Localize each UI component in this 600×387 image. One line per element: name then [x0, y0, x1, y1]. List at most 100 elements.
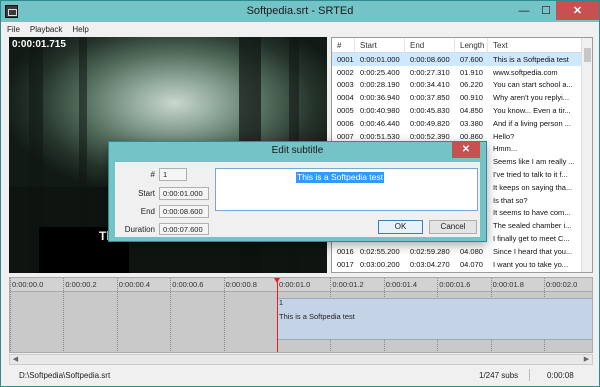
table-cell: 0:00:34.410 [410, 80, 450, 90]
start-label: Start [138, 189, 155, 198]
table-cell: 0:02:55.200 [360, 246, 400, 256]
ok-button[interactable]: OK [378, 220, 423, 234]
number-label: # [150, 170, 155, 179]
end-field[interactable]: 0:00:08.600 [159, 205, 209, 218]
table-cell: 0006 [337, 118, 354, 128]
playhead-marker[interactable] [274, 278, 280, 352]
timeline-tick-label: 0:00:00.0 [12, 280, 44, 289]
table-cell: The sealed chamber i... [493, 221, 572, 231]
table-cell: I want you to take yo... [493, 259, 569, 269]
table-row[interactable]: 0016 0:02:55.200 0:02:59.280 04.080 Since I … [332, 245, 592, 258]
table-cell: 06.220 [460, 80, 483, 90]
col-length[interactable]: Length [455, 38, 488, 53]
table-cell: 04.850 [460, 106, 483, 116]
table-cell: 04.080 [460, 246, 483, 256]
table-row[interactable]: 0001 0:00:01.000 0:00:08.600 07.600 This is … [332, 53, 592, 66]
menu-help[interactable]: Help [72, 25, 88, 34]
table-cell: This is a Softpedia test [493, 54, 569, 64]
timeline-scrollbar[interactable]: ◀ ▶ [9, 354, 593, 365]
timeline[interactable]: 0:00:00.0 0:00:00.2 0:00:00.4 0:00:00.6 0:00… [9, 277, 593, 353]
table-cell: 0:03:00.200 [360, 259, 400, 269]
table-row[interactable]: 0003 0:00:28.190 0:00:34.410 06.220 You can … [332, 79, 592, 92]
table-cell: 0:00:01.000 [360, 54, 400, 64]
window-title: Softpedia.srt - SRTEd [246, 5, 354, 17]
table-cell: Hmm... [493, 144, 518, 154]
timeline-tick-label: 0:00:02.0 [546, 280, 578, 289]
table-cell: 0:00:49.820 [410, 118, 450, 128]
table-cell: I've tried to talk to it f... [493, 170, 568, 180]
block-number: 1 [279, 300, 283, 307]
timeline-tick [116, 278, 118, 352]
timeline-tick [10, 278, 11, 352]
start-field[interactable]: 0:00:01.000 [159, 187, 209, 200]
table-cell: 0:00:28.190 [360, 80, 400, 90]
subtitle-count: 1/247 subs [479, 370, 519, 380]
timeline-tick [223, 278, 225, 352]
table-cell: 0016 [337, 246, 354, 256]
file-path: D:\Softpedia\Softpedia.srt [19, 370, 111, 380]
col-number[interactable]: # [332, 38, 355, 53]
timeline-tick [63, 278, 65, 352]
table-cell: 0:00:08.600 [410, 54, 450, 64]
status-bar: D:\Softpedia\Softpedia.srt 1/247 subs 0:… [9, 367, 593, 383]
scroll-right-icon[interactable]: ▶ [581, 355, 592, 364]
table-cell: 0004 [337, 93, 354, 103]
timeline-tick-label: 0:00:01.6 [439, 280, 471, 289]
timeline-tick-label: 0:00:00.6 [172, 280, 204, 289]
table-row[interactable]: 0006 0:00:46.440 0:00:49.820 03.380 And if a… [332, 117, 592, 130]
col-text[interactable]: Text [488, 38, 582, 53]
cancel-button[interactable]: Cancel [429, 220, 477, 234]
table-cell: Since I heard that you... [493, 246, 573, 256]
menu-playback[interactable]: Playback [30, 25, 62, 34]
table-cell: 0:00:45.830 [410, 106, 450, 116]
scroll-left-icon[interactable]: ◀ [10, 355, 21, 364]
scroll-thumb[interactable] [584, 48, 591, 62]
dialog-title: Edit subtitle [271, 145, 324, 156]
duration-field[interactable]: 0:00:07.600 [159, 223, 209, 235]
table-cell: Hello? [493, 131, 515, 141]
col-end[interactable]: End [405, 38, 455, 53]
table-cell: 0:00:37.850 [410, 93, 450, 103]
table-cell: www.softpedia.com [493, 67, 558, 77]
table-cell: 0:00:40.980 [360, 106, 400, 116]
menu-bar: File Playback Help [1, 22, 599, 36]
table-cell: 07.600 [460, 54, 483, 64]
edit-subtitle-dialog: Edit subtitle ✕ # 1 Start 0:00:01.000 En… [108, 141, 487, 242]
selected-text: This is a Softpedia test [296, 172, 384, 183]
table-row[interactable]: 0017 0:03:00.200 0:03:04.270 04.070 I want y… [332, 258, 592, 271]
table-cell: 0005 [337, 106, 354, 116]
table-cell: 01.910 [460, 67, 483, 77]
col-start[interactable]: Start [355, 38, 405, 53]
number-field[interactable]: 1 [159, 168, 187, 181]
dialog-close-button[interactable]: ✕ [452, 142, 480, 158]
table-cell: 0:00:46.440 [360, 118, 400, 128]
close-button[interactable]: ✕ [556, 1, 599, 20]
timeline-subtitle-block[interactable]: 1 This is a Softpedia test [277, 298, 592, 340]
table-cell: 0003 [337, 80, 354, 90]
table-cell: 03.380 [460, 118, 483, 128]
table-cell: I finally get to meet C... [493, 234, 570, 244]
table-cell: 0:00:51.530 [360, 131, 400, 141]
table-cell: 04.070 [460, 259, 483, 269]
table-row[interactable]: 0005 0:00:40.980 0:00:45.830 04.850 You know… [332, 104, 592, 117]
subtitle-text-input[interactable]: This is a Softpedia test [215, 168, 478, 211]
table-row[interactable]: 0002 0:00:25.400 0:00:27.310 01.910 www.soft… [332, 66, 592, 79]
list-header: # Start End Length Text [332, 38, 592, 53]
list-scrollbar[interactable] [581, 38, 592, 272]
table-cell: 0:02:59.280 [410, 246, 450, 256]
table-cell: 0002 [337, 67, 354, 77]
timeline-tick-label: 0:00:01.8 [492, 280, 524, 289]
timeline-tick-label: 0:00:00.2 [65, 280, 97, 289]
end-label: End [140, 207, 155, 216]
table-cell: And if a living person ... [493, 118, 571, 128]
timeline-tick-label: 0:00:01.0 [279, 280, 311, 289]
video-timestamp: 0:00:01.715 [12, 39, 66, 50]
menu-file[interactable]: File [7, 25, 20, 34]
table-cell: Is that so? [493, 195, 528, 205]
table-cell: 00.910 [460, 93, 483, 103]
table-cell: You can start school a... [493, 80, 573, 90]
table-row[interactable]: 0004 0:00:36.940 0:00:37.850 00.910 Why aren… [332, 91, 592, 104]
table-cell: 0:03:04.270 [410, 259, 450, 269]
duration-label: Duration [124, 225, 155, 234]
title-bar[interactable]: Softpedia.srt - SRTEd — ☐ ✕ [1, 1, 599, 22]
